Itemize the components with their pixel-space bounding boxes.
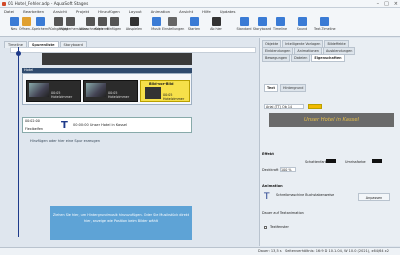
toolbar-icon [275,17,285,26]
toolbar-icon [211,17,221,26]
window-title: 01 Hotel_Fehler.adp - AquaSoft Stages [8,1,89,6]
toolbar-icon [297,17,307,26]
toolbar-button-wiederherstellen[interactable]: Wiederherstellen [60,17,88,35]
toolbar-button-einstellungen[interactable]: Einstellungen [162,17,184,35]
animation-setting: Dauer auf Textanimation [262,211,304,215]
toolbar-icon [151,17,161,26]
toolbar-icon [109,17,119,26]
toolbar-button-storyboard[interactable]: Storyboard [252,17,272,35]
animation-item[interactable]: Schreibmaschine Buchstabenweise [276,193,336,197]
menu-item[interactable]: Ansicht [179,9,193,14]
title-bar: 01 Hotel_Fehler.adp - AquaSoft Stages – … [0,0,400,8]
toolbar-icon [129,17,139,26]
animation-text-icon: T [264,192,270,202]
tab-bewegungen[interactable]: Bewegungen [262,54,291,62]
text-clip[interactable]: 00:02:00 Flexibelfen T 00:00:00 Unser Ho… [22,117,192,133]
window-controls: – □ × [377,1,398,7]
toolbar-button-ab-hier[interactable]: Ab hier [206,17,226,35]
toolbar-icon [167,17,177,26]
clip-hotelzimmer-1[interactable]: 00:05 Hotelzimmer [26,80,81,102]
clip-bild-vor-bild[interactable]: Bild-vor-Bild 00:05 Hotelzimmer [140,80,190,102]
playhead[interactable] [18,47,19,237]
music-drop-area[interactable]: Ziehen Sie hier, um Hintergrundmusik hin… [50,206,192,240]
add-track-hint[interactable]: Hinzfügen oder hier eine Spur erzeugen [30,139,100,143]
customize-animation-button[interactable]: Anpassen [358,193,390,201]
animation-heading: Animation [262,184,283,188]
menu-item[interactable]: Hinzufügen [98,9,120,14]
shadow-color-swatch[interactable] [326,159,336,163]
text-preview-banner: Unser Hotel in Kassel [269,113,394,127]
filmstrip-preview [42,53,192,65]
tab-eigenschaften[interactable]: Eigenschaften [311,54,345,62]
menu-item[interactable]: Bearbeiten [23,9,44,14]
tab-dateien[interactable]: Dateien [291,54,311,62]
effect-heading: Effekt [262,152,274,156]
toolbar-icon [239,17,249,26]
textfenster-checkbox[interactable] [264,226,267,229]
menu-item[interactable]: Hilfe [202,9,211,14]
toolbar-button-einf-gen[interactable]: Einfügen [104,17,124,35]
menu-item[interactable]: Updates [220,9,236,14]
toolbar-icon [189,17,199,26]
toolbar-button-starten[interactable]: Starten [184,17,204,35]
toolbar-icon [35,17,45,26]
menu-item[interactable]: Animation [151,9,170,14]
app-icon [2,2,6,6]
menu-item[interactable]: Projekt [76,9,89,14]
menu-bar: Datei Bearbeiten Ansicht Projekt Hinzufü… [0,8,400,15]
clip-hotelzimmer-2[interactable]: 00:05 Hotelzimmer [83,80,138,102]
tab-text[interactable]: Text [264,84,278,92]
menu-item[interactable]: Layout [129,9,142,14]
playhead-handle[interactable] [16,51,21,56]
toolbar-button-speichern[interactable]: Speichern [30,17,50,35]
toolbar-button-timeline[interactable]: Timeline [270,17,290,35]
outline-color-swatch[interactable] [372,159,382,163]
toolbar: Neu Öffnen... Speichern Rückgängig Wiederher… [0,15,400,37]
toolbar-button-standard[interactable]: Standard [234,17,254,35]
font-select[interactable]: Arial (TT) Ob 14 [264,104,304,109]
toolbar-button-sound[interactable]: Sound [292,17,312,35]
opacity-field[interactable]: 100 % [280,167,296,172]
toolbar-button-abspielen[interactable]: Abspielen [124,17,144,35]
clip-thumbnail [86,83,106,97]
menu-item[interactable]: Ansicht [53,9,67,14]
clip-thumbnail [29,83,49,97]
minimize-button[interactable]: – [377,1,380,7]
toolbar-icon [65,17,75,26]
tab-hintergrund[interactable]: Hintergrund [279,84,307,92]
toolbar-icon [319,17,329,26]
maximize-button[interactable]: □ [384,1,389,7]
toolbar-button-text-timeline[interactable]: Text-Timeline [314,17,336,35]
menu-item[interactable]: Datei [4,9,14,14]
toolbar-icon [257,17,267,26]
clip-thumbnail [145,87,161,99]
text-color-swatch[interactable] [308,104,322,109]
status-bar: Dauer: 13,5 s Seitenverhältnis: 16:9 D 1… [0,247,400,255]
close-button[interactable]: × [394,1,398,7]
text-icon: T [61,120,68,131]
